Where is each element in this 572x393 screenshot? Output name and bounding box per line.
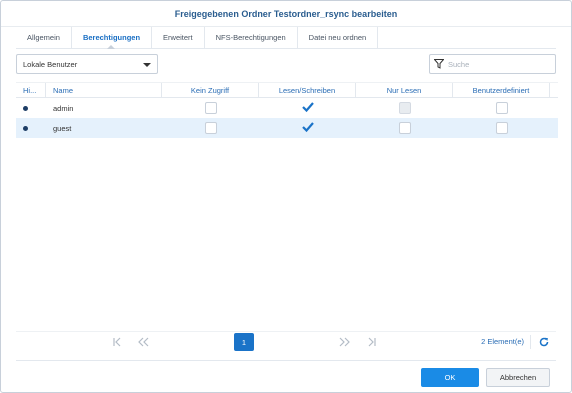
search-field[interactable] [429,54,556,74]
next-page-icon[interactable] [338,335,352,349]
read-only-cell [356,98,453,118]
table-row-guest[interactable]: guest [16,118,558,138]
checkmark-icon [301,122,314,133]
no-access-checkbox[interactable] [204,122,217,134]
last-page-icon[interactable] [365,335,379,349]
hidden-cell [16,118,46,138]
column-header-custom[interactable]: Benutzerdefiniert [453,83,550,97]
column-header-hidden[interactable]: Hi... [16,83,46,97]
user-type-value: Lokale Benutzer [23,59,78,69]
column-header-read-write[interactable]: Lesen/Schreiben [259,83,356,97]
tab-erweitert[interactable]: Erweitert [152,27,205,48]
filter-funnel-icon[interactable] [430,55,448,73]
dialog-footer: OK Abbrechen [16,360,556,392]
column-header-name[interactable]: Name [46,83,162,97]
custom-checkbox[interactable] [495,102,508,114]
no-access-cell [162,98,259,118]
read-only-checkbox[interactable] [398,122,411,134]
item-count: 2 Element(e) [481,337,524,346]
tab-allgemein[interactable]: Allgemein [16,27,72,48]
permissions-toolbar: Lokale Benutzer [16,54,556,74]
cancel-button[interactable]: Abbrechen [486,368,550,387]
read-only-checkbox [398,102,411,114]
tab-berechtigungen[interactable]: Berechtigungen [72,27,153,49]
search-input[interactable] [448,59,548,69]
edit-shared-folder-dialog: Freigegebenen Ordner Testordner_rsync be… [0,0,572,393]
tab-nfs-berechtigungen[interactable]: NFS-Berechtigungen [205,27,298,48]
user-name: admin [53,103,74,113]
dialog-title-bar[interactable]: Freigegebenen Ordner Testordner_rsync be… [1,1,571,27]
tab-bar: Allgemein Berechtigungen Erweitert NFS-B… [16,27,556,49]
column-header-no-access[interactable]: Kein Zugriff [162,83,259,97]
read-write-cell [259,98,356,118]
table-row-admin[interactable]: admin [16,98,558,118]
user-name: guest [53,123,72,133]
pagination-bar: 1 2 Element(e) [16,331,556,351]
checkmark-icon [301,102,314,113]
dot-icon [23,105,28,111]
no-access-cell [162,118,259,138]
previous-page-icon[interactable] [136,335,150,349]
column-header-read-only[interactable]: Nur Lesen [356,83,453,97]
dialog-title: Freigegebenen Ordner Testordner_rsync be… [174,8,398,19]
grid-header: Hi... Name Kein Zugriff Lesen/Schreiben … [16,82,558,98]
custom-checkbox[interactable] [495,122,508,134]
ok-button[interactable]: OK [421,368,479,387]
permissions-grid: Hi... Name Kein Zugriff Lesen/Schreiben … [16,82,558,327]
read-write-checkbox[interactable] [301,102,314,114]
tab-datei-neu-ordnen[interactable]: Datei neu ordnen [298,27,379,48]
chevron-down-icon [143,63,151,67]
dot-icon [23,125,28,131]
refresh-icon[interactable] [530,335,550,349]
first-page-icon[interactable] [110,335,124,349]
read-only-cell [356,118,453,138]
hidden-cell [16,98,46,118]
current-page-button[interactable]: 1 [234,333,254,351]
read-write-checkbox[interactable] [301,122,314,134]
read-write-cell [259,118,356,138]
custom-cell [453,98,550,118]
no-access-checkbox[interactable] [204,102,217,114]
custom-cell [453,118,550,138]
user-type-select[interactable]: Lokale Benutzer [16,54,158,74]
